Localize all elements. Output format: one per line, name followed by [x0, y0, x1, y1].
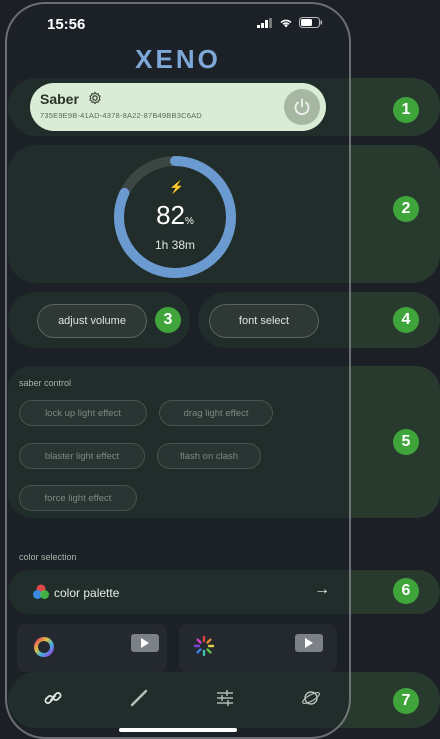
- power-button[interactable]: [284, 89, 320, 125]
- tab-explore[interactable]: [299, 686, 323, 710]
- saber-card[interactable]: Saber 735E9E9B-41AD-4378-8A22-87B49BB3C6…: [30, 83, 326, 131]
- color-preset-2[interactable]: [179, 624, 337, 672]
- callout-badge-7: 7: [393, 688, 419, 714]
- play-icon: [141, 638, 149, 648]
- callout-badge-1: 1: [393, 97, 419, 123]
- play-icon: [305, 638, 313, 648]
- tab-bar: [15, 676, 341, 720]
- tab-saber[interactable]: [127, 686, 151, 710]
- callout-badge-4: 4: [393, 307, 419, 333]
- color-palette-row[interactable]: color palette →: [24, 578, 334, 606]
- status-bar: 15:56: [7, 4, 349, 44]
- bolt-icon: ⚡: [169, 180, 184, 194]
- play-button[interactable]: [131, 634, 159, 652]
- tab-connect[interactable]: [41, 686, 65, 710]
- signal-icon: [257, 17, 272, 28]
- percent-sign: %: [185, 216, 194, 227]
- saber-blade-icon: [130, 689, 148, 707]
- saber-device-id: 735E9E9B-41AD-4378-8A22-87B49BB3C6AD: [40, 111, 202, 120]
- battery-status-icon: [299, 17, 322, 28]
- wifi-icon: [280, 19, 292, 27]
- adjust-volume-button[interactable]: adjust volume: [37, 304, 147, 338]
- arrow-right-icon[interactable]: →: [314, 581, 330, 599]
- blaster-light-effect-button[interactable]: blaster light effect: [19, 443, 145, 469]
- callout-badge-2: 2: [393, 196, 419, 222]
- tab-settings[interactable]: [213, 686, 237, 710]
- battery-percent: 82%: [110, 200, 240, 231]
- callout-badge-5: 5: [393, 429, 419, 455]
- sliders-icon: [217, 690, 233, 706]
- callout-badge-3: 3: [155, 307, 181, 333]
- brand-logo: XENO: [135, 44, 221, 74]
- color-wheel-icon: [34, 637, 54, 657]
- gear-icon[interactable]: [88, 91, 102, 105]
- color-palette-icon: [33, 584, 49, 599]
- battery-ring: ⚡ 82% 1h 38m: [110, 152, 240, 282]
- battery-percent-value: 82: [156, 200, 185, 230]
- link-icon: [44, 692, 62, 704]
- saber-control-label: saber control: [19, 378, 72, 388]
- planet-icon: [302, 691, 320, 705]
- battery-duration: 1h 38m: [154, 238, 196, 252]
- status-time: 15:56: [47, 16, 86, 33]
- home-indicator: [119, 728, 237, 732]
- callout-badge-6: 6: [393, 578, 419, 604]
- color-palette-label: color palette: [54, 586, 120, 600]
- play-button-2[interactable]: [295, 634, 323, 652]
- force-light-effect-button[interactable]: force light effect: [19, 485, 137, 511]
- spinner-color-icon: [193, 635, 215, 657]
- color-preset-1[interactable]: [17, 624, 167, 672]
- lock-up-light-effect-button[interactable]: lock up light effect: [19, 400, 147, 426]
- saber-name: Saber: [40, 91, 79, 107]
- color-selection-label: color selection: [19, 552, 77, 562]
- font-select-button[interactable]: font select: [209, 304, 319, 338]
- status-icons: [257, 17, 323, 28]
- drag-light-effect-button[interactable]: drag light effect: [159, 400, 273, 426]
- flash-on-clash-button[interactable]: flash on clash: [157, 443, 261, 469]
- power-icon: [294, 98, 310, 116]
